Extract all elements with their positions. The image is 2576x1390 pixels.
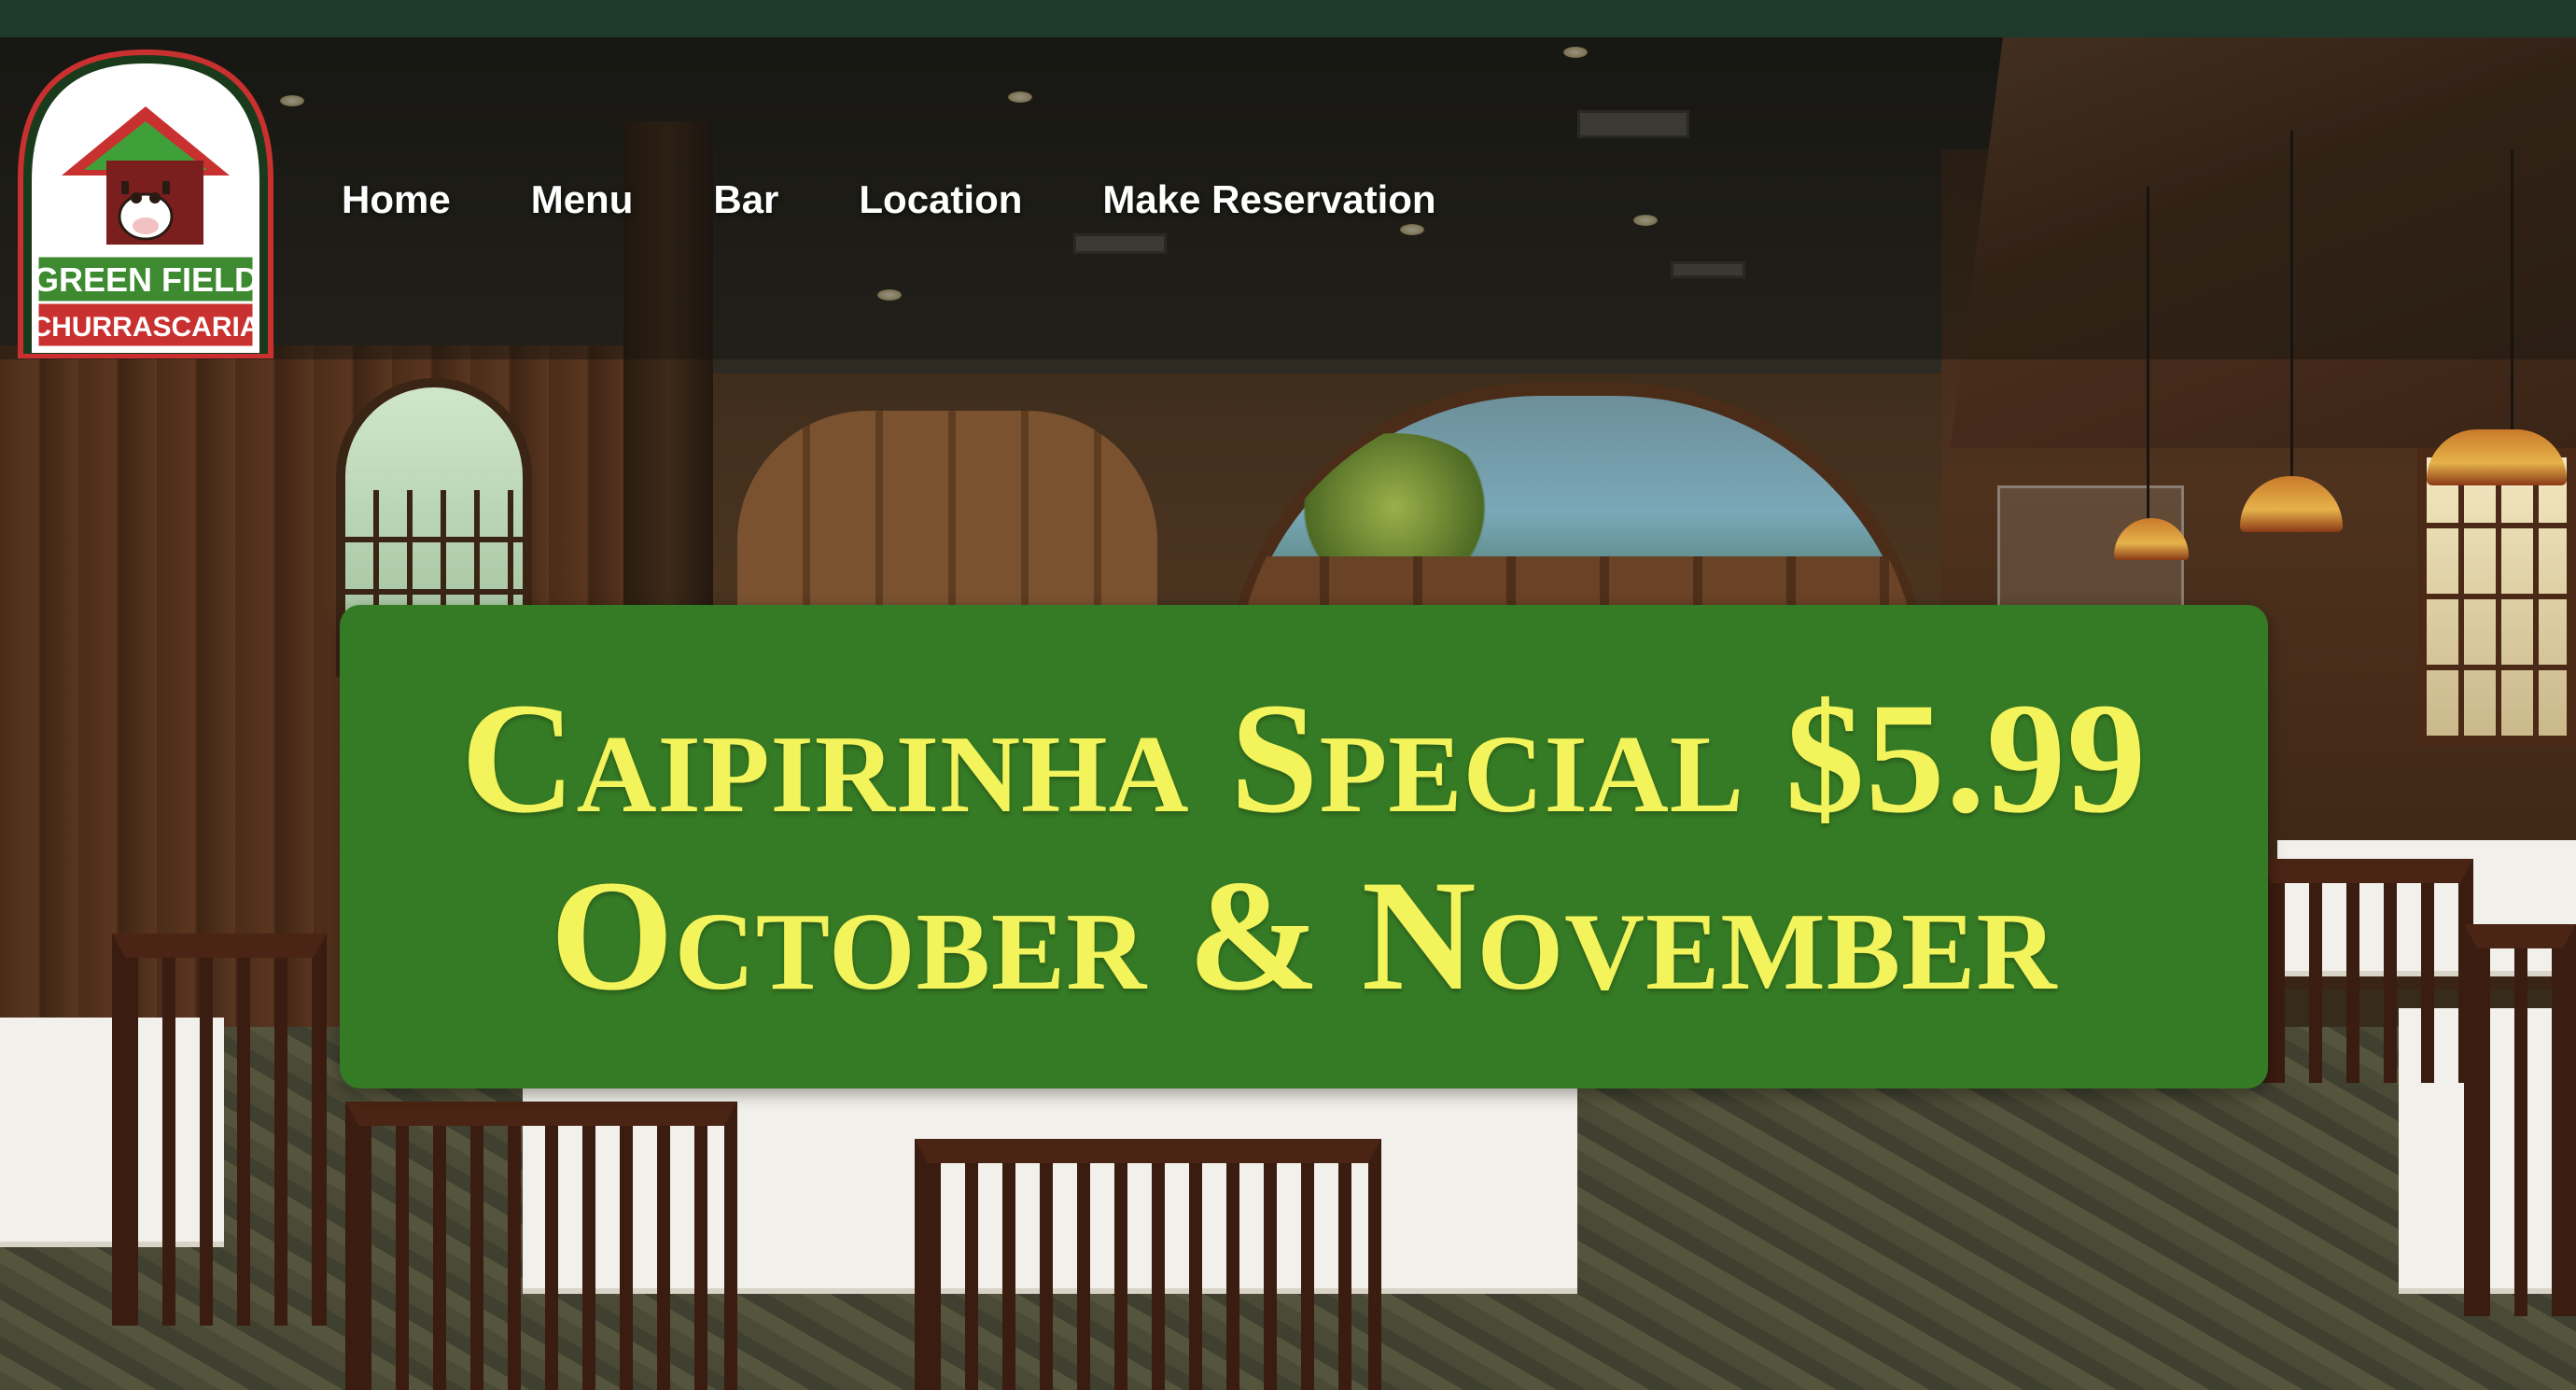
promo-title: Caipirinha Special $5.99 (460, 669, 2148, 846)
page: GREEN FIELD CHURRASCARIA Home Menu Bar L… (0, 0, 2576, 1390)
main-nav: Home Menu Bar Location Make Reservation (342, 177, 1436, 222)
wooden-chair (915, 1139, 1381, 1390)
nav-bar[interactable]: Bar (713, 177, 778, 222)
wooden-chair (112, 934, 327, 1326)
nav-location[interactable]: Location (859, 177, 1022, 222)
logo-line2: CHURRASCARIA (32, 312, 260, 343)
top-strip (0, 0, 2576, 37)
nav-make-reservation[interactable]: Make Reservation (1102, 177, 1435, 222)
logo-line1: GREEN FIELD (33, 260, 259, 299)
promo-banner: Caipirinha Special $5.99 October & Novem… (340, 605, 2268, 1088)
wooden-chair (345, 1102, 737, 1390)
promo-dates: October & November (550, 848, 2058, 1023)
cow-house-logo-icon: GREEN FIELD CHURRASCARIA (18, 49, 273, 359)
nav-home[interactable]: Home (342, 177, 451, 222)
right-window (2417, 448, 2576, 747)
site-logo[interactable]: GREEN FIELD CHURRASCARIA (13, 49, 278, 359)
wooden-chair (2259, 859, 2473, 1083)
wooden-chair (2464, 924, 2576, 1316)
nav-menu[interactable]: Menu (531, 177, 634, 222)
